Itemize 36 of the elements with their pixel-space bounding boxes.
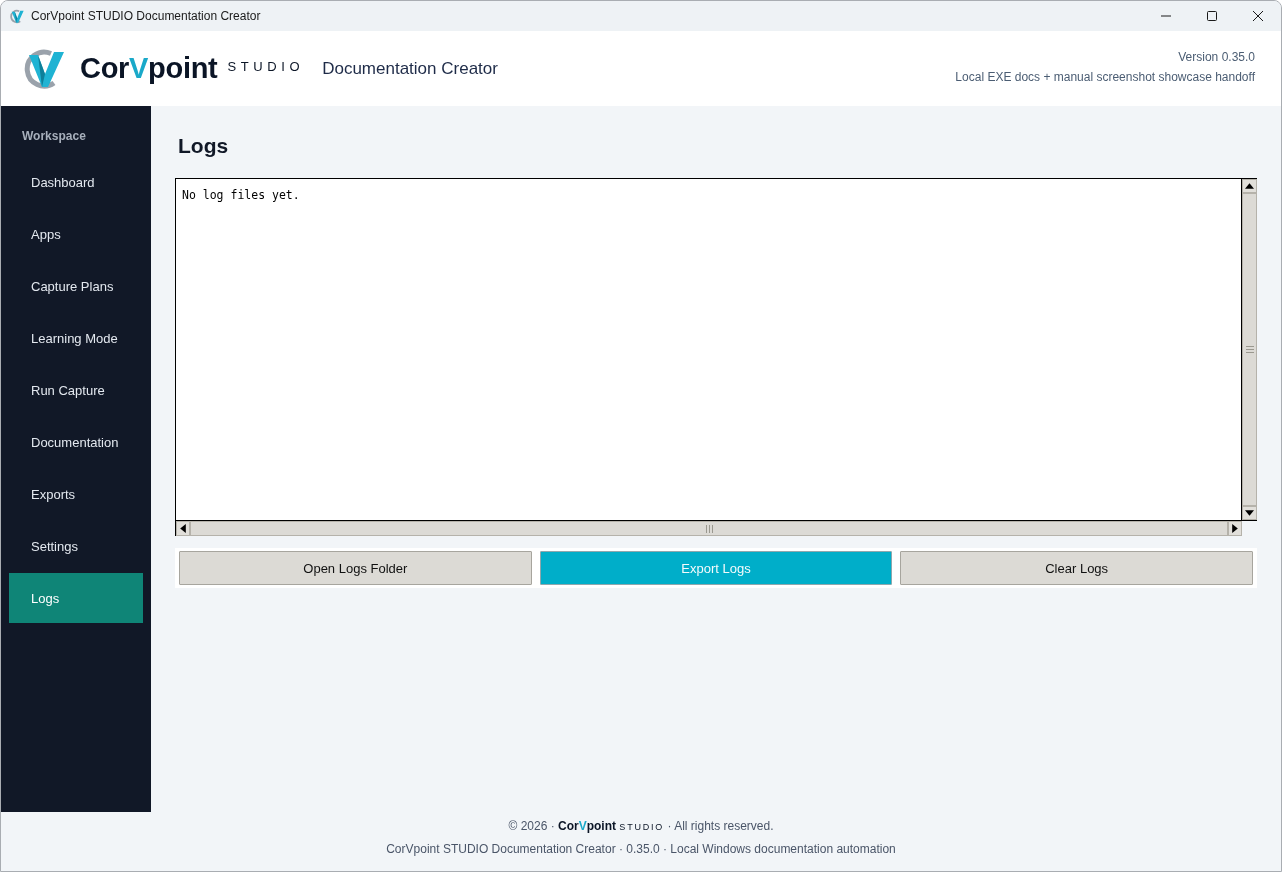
action-button[interactable]: Open Logs Folder xyxy=(179,551,532,585)
maximize-icon xyxy=(1207,11,1217,21)
tagline-text: Local EXE docs + manual screenshot showcase handoff xyxy=(955,69,1255,84)
grip-icon xyxy=(705,524,713,533)
right-arrow-icon xyxy=(1232,524,1238,533)
studio-label: STUDIO xyxy=(227,59,305,74)
version-text: Version 0.35.0 xyxy=(1178,49,1255,64)
sidebar-item[interactable]: Dashboard xyxy=(9,157,143,207)
left-arrow-icon xyxy=(180,524,186,533)
close-icon xyxy=(1253,11,1263,21)
footer-info: CorVpoint STUDIO Documentation Creator · 0.35.0 · Local Windows documentation automation xyxy=(386,841,896,857)
sidebar-item[interactable]: Learning Mode xyxy=(9,313,143,363)
action-button[interactable]: Clear Logs xyxy=(900,551,1253,585)
page-title: Logs xyxy=(178,133,230,159)
copyright-line: © 2026 · CorVpoint STUDIO · All rights reserved. xyxy=(508,818,774,835)
sidebar-item[interactable]: Settings xyxy=(9,521,143,571)
sidebar-item[interactable]: Logs xyxy=(9,573,143,623)
logo-icon xyxy=(9,8,24,24)
log-message: No log files yet. xyxy=(182,188,300,202)
sidebar-item[interactable]: Run Capture xyxy=(9,365,143,415)
scroll-right-button[interactable] xyxy=(1228,521,1242,536)
log-text-area[interactable]: No log files yet. xyxy=(175,178,1242,521)
brand-wordmark: CorVpoint xyxy=(80,52,218,85)
sidebar-item[interactable]: Apps xyxy=(9,209,143,259)
down-arrow-icon xyxy=(1245,510,1254,516)
window-title: CorVpoint STUDIO Documentation Creator xyxy=(31,9,261,23)
sidebar-item[interactable]: Exports xyxy=(9,469,143,519)
section-label: Workspace xyxy=(22,128,86,144)
grip-icon xyxy=(1245,346,1254,353)
app-title: Documentation Creator xyxy=(322,58,498,79)
scroll-up-button[interactable] xyxy=(1242,179,1257,193)
sidebar-item[interactable]: Capture Plans xyxy=(9,261,143,311)
up-arrow-icon xyxy=(1245,183,1254,189)
sidebar-item[interactable]: Documentation xyxy=(9,417,143,467)
scroll-left-button[interactable] xyxy=(176,521,190,536)
scroll-down-button[interactable] xyxy=(1242,506,1257,520)
